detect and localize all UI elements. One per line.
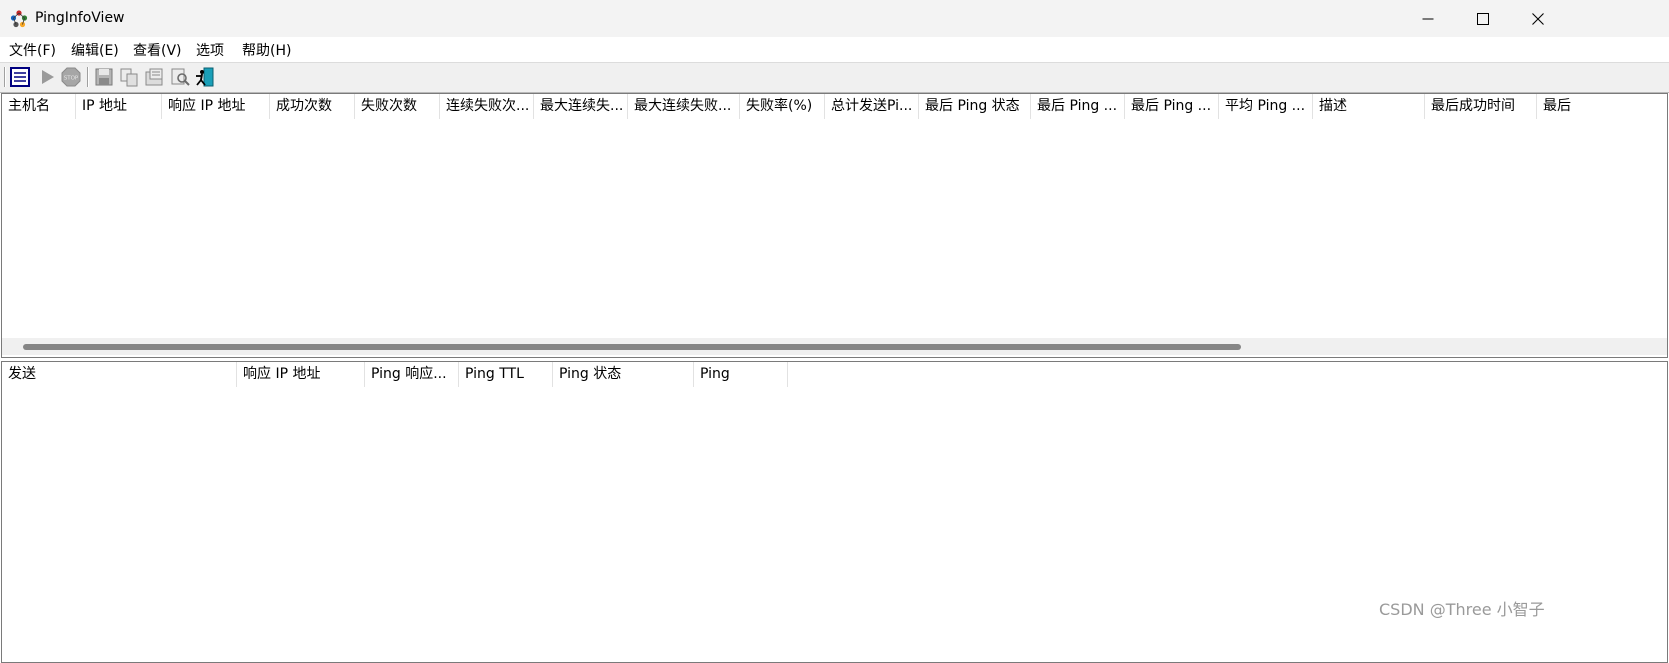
hosts-table-header: 主机名 IP 地址 响应 IP 地址 成功次数 失败次数 连续失败次... 最大… bbox=[2, 94, 1667, 119]
maximize-icon bbox=[1477, 12, 1489, 25]
menu-options[interactable]: 选项 bbox=[196, 40, 224, 60]
column-header-failed-count[interactable]: 失败次数 bbox=[355, 94, 440, 119]
column-header-average-ping-time[interactable]: 平均 Ping ... bbox=[1219, 94, 1313, 119]
horizontal-scrollbar[interactable] bbox=[2, 338, 1667, 355]
column-header-last-failed-on[interactable]: 最后 bbox=[1537, 94, 1667, 119]
column-header-sent-on[interactable]: 发送 bbox=[2, 362, 237, 387]
close-button[interactable] bbox=[1509, 0, 1567, 37]
column-header-last-ping-status[interactable]: 最后 Ping 状态 bbox=[919, 94, 1031, 119]
column-header-failed-percent[interactable]: 失败率(%) bbox=[740, 94, 825, 119]
column-header-total-sent-pings[interactable]: 总计发送Pi... bbox=[825, 94, 919, 119]
close-icon bbox=[1532, 12, 1544, 25]
menu-edit[interactable]: 编辑(E) bbox=[71, 40, 119, 60]
find-icon[interactable] bbox=[169, 66, 191, 88]
menu-view[interactable]: 查看(V) bbox=[133, 40, 182, 60]
minimize-icon bbox=[1422, 18, 1434, 19]
exit-icon[interactable] bbox=[194, 66, 216, 88]
column-header-ping-status[interactable]: Ping 状态 bbox=[553, 362, 694, 387]
toolbar-separator bbox=[4, 67, 6, 87]
options-icon[interactable] bbox=[143, 66, 165, 88]
toolbar-separator bbox=[87, 67, 89, 87]
copy-icon[interactable] bbox=[118, 66, 140, 88]
column-header-succeed-count[interactable]: 成功次数 bbox=[270, 94, 355, 119]
menu-help[interactable]: 帮助(H) bbox=[242, 40, 291, 60]
stop-icon[interactable]: STOP bbox=[60, 66, 82, 88]
column-header-last-succeed-on[interactable]: 最后成功时间 bbox=[1425, 94, 1537, 119]
menu-bar: 文件(F) 编辑(E) 查看(V) 选项 帮助(H) bbox=[0, 37, 1669, 63]
column-header-reply-ip[interactable]: 响应 IP 地址 bbox=[162, 94, 270, 119]
column-header-ip-address[interactable]: IP 地址 bbox=[76, 94, 162, 119]
column-header-reply-ip[interactable]: 响应 IP 地址 bbox=[237, 362, 365, 387]
watermark-text: CSDN @Three 小智子 bbox=[1379, 600, 1545, 619]
hosts-list-view[interactable]: 主机名 IP 地址 响应 IP 地址 成功次数 失败次数 连续失败次... 最大… bbox=[1, 93, 1668, 358]
svg-text:STOP: STOP bbox=[64, 76, 79, 82]
column-header-consecutive-failed[interactable]: 连续失败次... bbox=[440, 94, 534, 119]
column-header-description[interactable]: 描述 bbox=[1313, 94, 1425, 119]
maximize-button[interactable] bbox=[1454, 0, 1512, 37]
column-header-last-ping-time[interactable]: 最后 Ping ... bbox=[1031, 94, 1125, 119]
column-header-last-ping-ttl[interactable]: 最后 Ping ... bbox=[1125, 94, 1219, 119]
properties-icon[interactable] bbox=[9, 66, 31, 88]
ping-history-table-header: 发送 响应 IP 地址 Ping 响应... Ping TTL Ping 状态 … bbox=[2, 362, 1667, 387]
title-bar: PingInfoView bbox=[0, 0, 1669, 37]
column-header-max-consecutive-failed[interactable]: 最大连续失... bbox=[534, 94, 628, 119]
toolbar: STOP bbox=[0, 63, 1669, 93]
column-header-ping-ttl[interactable]: Ping TTL bbox=[459, 362, 553, 387]
menu-file[interactable]: 文件(F) bbox=[9, 40, 56, 60]
window-title: PingInfoView bbox=[35, 10, 125, 26]
scrollbar-thumb[interactable] bbox=[23, 344, 1241, 350]
column-header-ping-response-time[interactable]: Ping 响应... bbox=[365, 362, 459, 387]
column-header-max-consecutive-failed-time[interactable]: 最大连续失败... bbox=[628, 94, 740, 119]
column-header-ping[interactable]: Ping bbox=[694, 362, 788, 387]
minimize-button[interactable] bbox=[1399, 0, 1457, 37]
start-icon[interactable] bbox=[36, 66, 58, 88]
column-header-hostname[interactable]: 主机名 bbox=[2, 94, 76, 119]
save-icon[interactable] bbox=[93, 66, 115, 88]
pinginfoview-app-icon bbox=[10, 10, 28, 28]
